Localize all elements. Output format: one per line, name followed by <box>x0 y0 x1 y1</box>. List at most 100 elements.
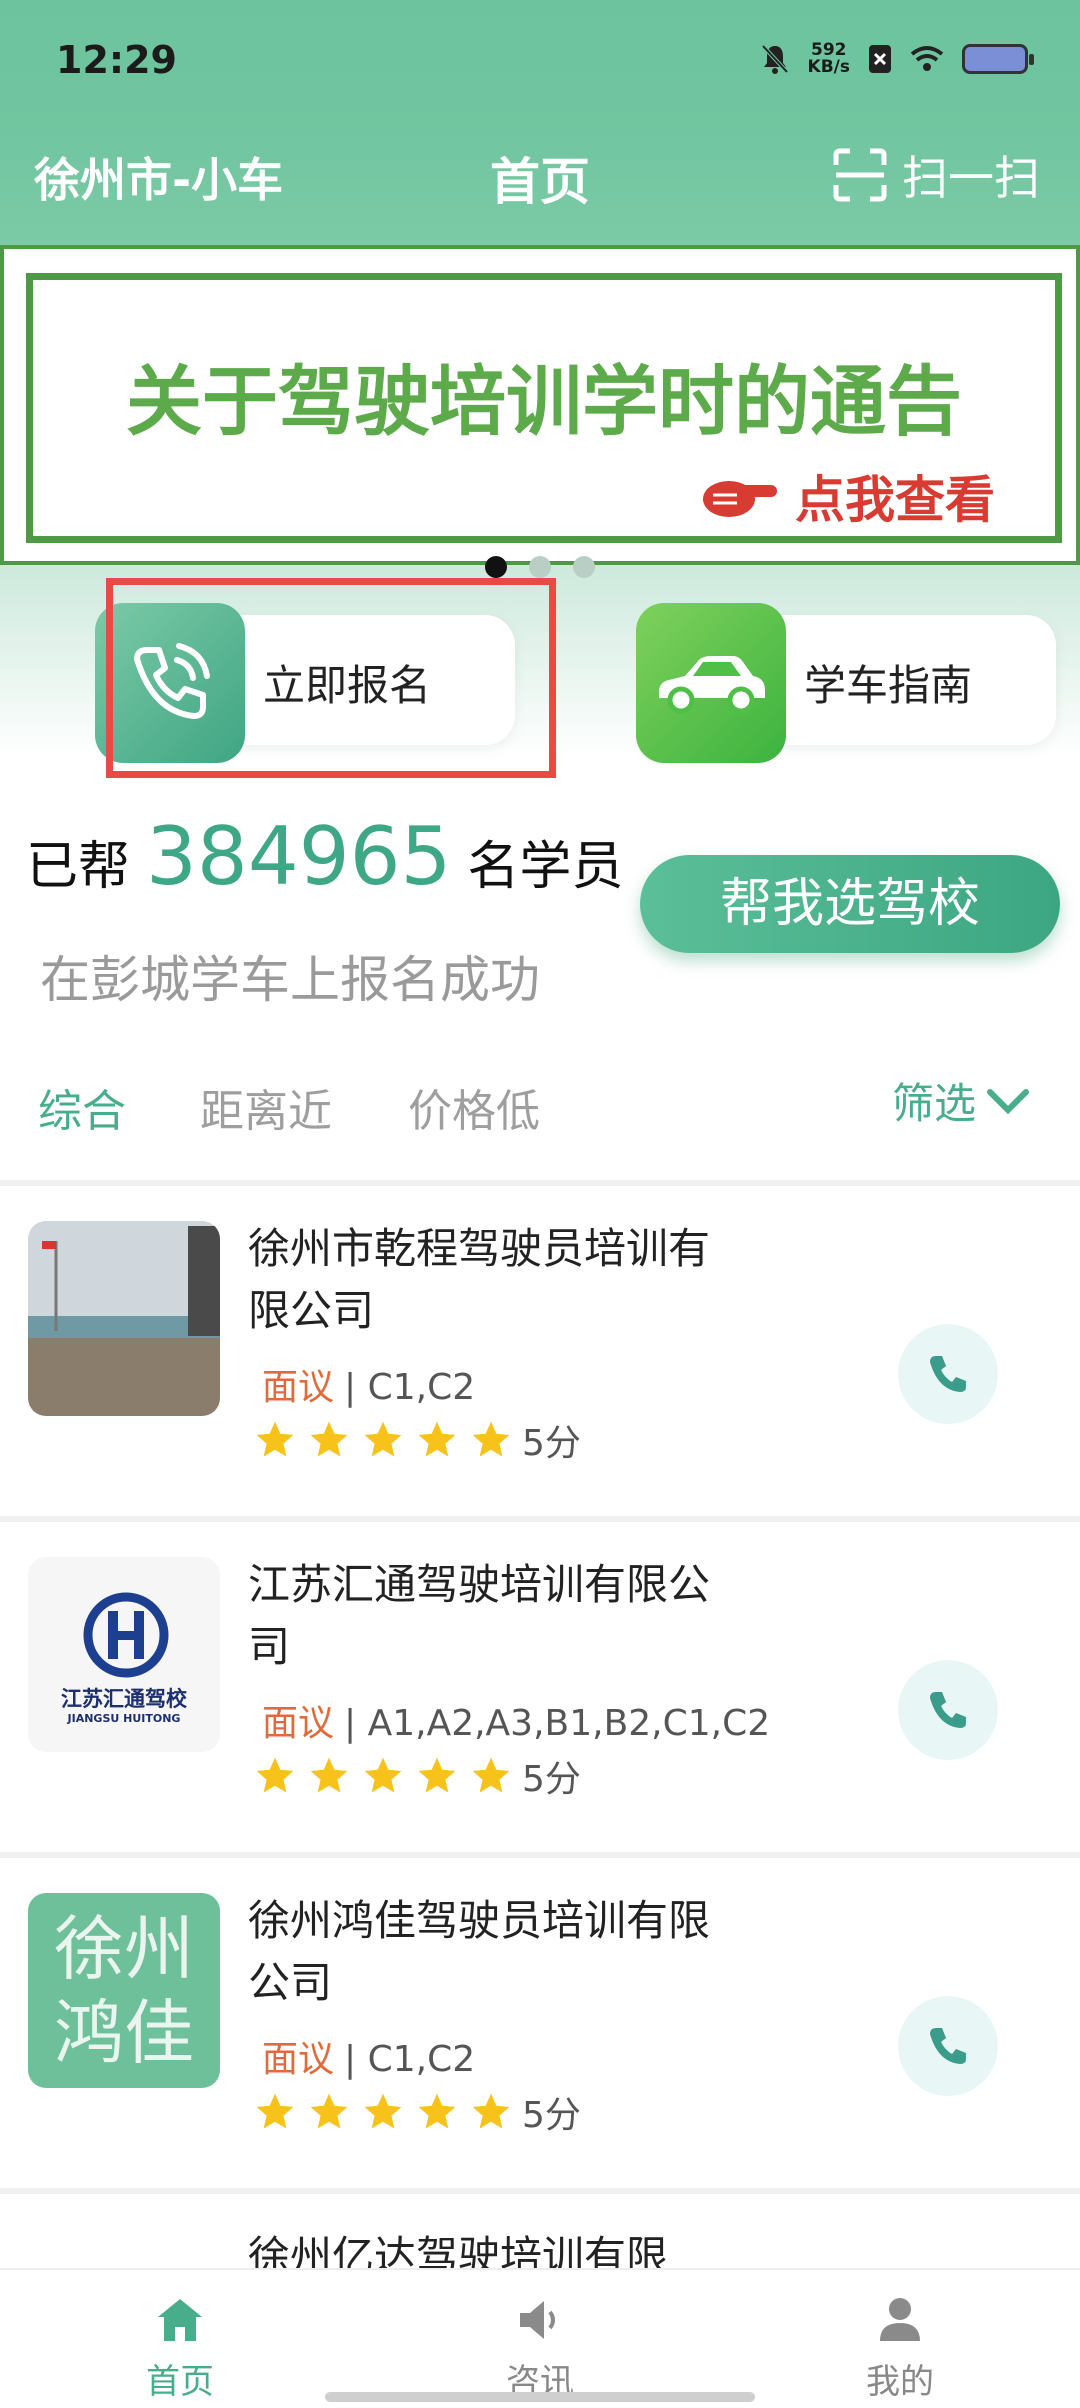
star-rating <box>252 2090 514 2134</box>
rating-score: 5分 <box>522 1759 581 1800</box>
tab-composite[interactable]: 综合 <box>38 1075 126 1139</box>
school-photo <box>28 1221 220 1416</box>
call-button[interactable] <box>898 1324 998 1424</box>
school-price: 面议 <box>262 1367 335 1408</box>
phone-icon <box>930 1692 966 1728</box>
star-rating <box>252 1418 514 1462</box>
school-logo: 徐州 鸿佳 <box>28 1893 220 2088</box>
speaker-icon <box>520 2301 555 2339</box>
logo-text: 江苏汇通驾校 <box>61 1687 187 1711</box>
school-meta: 面议 | C1,C2 <box>262 1367 476 1408</box>
stats-prefix: 已帮 <box>26 837 131 897</box>
guide-label: 学车指南 <box>804 661 973 710</box>
star-icon <box>472 1757 510 1793</box>
school-item[interactable]: 江苏汇通驾校 JIANGSU HUITONG 江苏汇通驾驶培训有限公司 面议 | … <box>0 1522 1080 1852</box>
school-meta: 面议 | A1,A2,A3,B1,B2,C1,C2 <box>262 1703 771 1744</box>
school-list: 徐州市乾程驾驶员培训有限公司 面议 | C1,C2 5分 江苏汇通驾校 JIANG… <box>0 1180 1080 2408</box>
school-licenses: C1,C2 <box>367 2039 476 2080</box>
guide-button[interactable]: 学车指南 <box>636 602 1056 763</box>
phone-icon <box>930 1356 966 1392</box>
star-icon <box>364 2093 402 2129</box>
filter-button[interactable]: 筛选 <box>892 1070 1030 1131</box>
star-rating <box>252 1754 514 1798</box>
school-name: 徐州鸿佳驾驶员培训有限公司 <box>248 1896 711 2007</box>
user-icon <box>880 2298 920 2341</box>
logo-line-2: 鸿佳 <box>54 1992 194 2074</box>
school-rating: 5分 <box>252 1750 581 1802</box>
banner-title: 关于驾驶培训学时的通告 <box>126 357 962 446</box>
nav-mine[interactable]: 我的 <box>800 2292 1000 2403</box>
rating-score: 5分 <box>522 2095 581 2136</box>
logo-subtext: JIANGSU HUITONG <box>67 1712 181 1725</box>
phone-icon <box>930 2028 966 2064</box>
top-header: 12:29 592 KB/s 徐州市-小车 首页 扫一扫 <box>0 0 1080 245</box>
tab-price[interactable]: 价格低 <box>408 1075 540 1139</box>
school-item[interactable]: 徐州 鸿佳 徐州鸿佳驾驶员培训有限公司 面议 | C1,C2 5分 <box>0 1858 1080 2188</box>
nav-news[interactable]: 咨讯 <box>440 2292 640 2403</box>
star-icon <box>472 2093 510 2129</box>
star-icon <box>256 2093 294 2129</box>
battery-icon <box>962 44 1034 74</box>
school-rating: 5分 <box>252 1414 581 1466</box>
nav-home-label: 首页 <box>146 2362 214 2402</box>
star-icon <box>310 1421 348 1457</box>
guide-tile <box>636 602 786 763</box>
star-icon <box>418 1757 456 1793</box>
banner-frame: 关于驾驶培训学时的通告 点我查看 <box>26 273 1062 543</box>
carousel-dot[interactable] <box>573 556 595 578</box>
call-button[interactable] <box>898 1996 998 2096</box>
chevron-down-icon <box>987 1088 1029 1114</box>
school-name: 徐州市乾程驾驶员培训有限公司 <box>248 1224 711 1335</box>
banner-cta-label: 点我查看 <box>795 471 995 529</box>
stats-suffix: 名学员 <box>467 837 624 897</box>
school-rating: 5分 <box>252 2086 581 2138</box>
home-indicator[interactable] <box>325 2392 755 2402</box>
nav-bar: 徐州市-小车 首页 扫一扫 <box>0 120 1080 245</box>
carousel-dot[interactable] <box>529 556 551 578</box>
school-meta: 面议 | C1,C2 <box>262 2039 476 2080</box>
announcement-banner[interactable]: 关于驾驶培训学时的通告 点我查看 <box>0 245 1080 565</box>
filter-label: 筛选 <box>891 1079 976 1128</box>
status-bar: 12:29 592 KB/s <box>0 0 1080 120</box>
mute-bell-icon <box>761 44 789 74</box>
sort-tabs: 综合 距离近 价格低 筛选 <box>0 1060 1080 1180</box>
carousel-indicator <box>485 556 595 578</box>
status-icons: 592 KB/s <box>760 40 1034 77</box>
school-price: 面议 <box>262 2039 335 2080</box>
star-icon <box>256 1421 294 1457</box>
call-button[interactable] <box>898 1660 998 1760</box>
carousel-dot[interactable] <box>485 556 507 578</box>
pick-school-button[interactable]: 帮我选驾校 <box>640 855 1060 953</box>
network-speed: 592 KB/s <box>807 40 850 77</box>
scan-button[interactable]: 扫一扫 <box>832 142 1040 208</box>
status-time: 12:29 <box>56 38 177 82</box>
star-icon <box>310 1757 348 1793</box>
nav-home[interactable]: 首页 <box>80 2292 280 2403</box>
school-item[interactable]: 徐州市乾程驾驶员培训有限公司 面议 | C1,C2 5分 <box>0 1186 1080 1516</box>
bottom-nav: 首页 咨讯 我的 <box>0 2268 1080 2408</box>
school-licenses: A1,A2,A3,B1,B2,C1,C2 <box>367 1703 771 1744</box>
tab-distance[interactable]: 距离近 <box>200 1075 332 1139</box>
school-logo: 江苏汇通驾校 JIANGSU HUITONG <box>28 1557 220 1752</box>
scan-label: 扫一扫 <box>902 151 1040 205</box>
student-stats: 已帮 384965 名学员 <box>26 810 623 903</box>
home-icon <box>158 2299 202 2341</box>
logo-line-1: 徐州 <box>54 1908 194 1990</box>
star-icon <box>472 1421 510 1457</box>
star-icon <box>310 2093 348 2129</box>
banner-cta[interactable]: 点我查看 <box>699 460 995 532</box>
star-icon <box>256 1757 294 1793</box>
selection-highlight <box>106 578 556 778</box>
school-price: 面议 <box>262 1703 335 1744</box>
pointing-hand-icon <box>703 481 777 517</box>
car-icon <box>659 655 765 713</box>
star-icon <box>364 1757 402 1793</box>
school-name: 江苏汇通驾驶培训有限公司 <box>248 1560 711 1671</box>
rating-score: 5分 <box>522 1423 581 1464</box>
nav-mine-label: 我的 <box>866 2362 934 2402</box>
stats-subtitle: 在彭城学车上报名成功 <box>40 951 540 1009</box>
stats-count: 384965 <box>146 810 452 903</box>
sim-off-icon <box>869 45 891 73</box>
star-icon <box>418 1421 456 1457</box>
wifi-icon <box>910 46 944 71</box>
